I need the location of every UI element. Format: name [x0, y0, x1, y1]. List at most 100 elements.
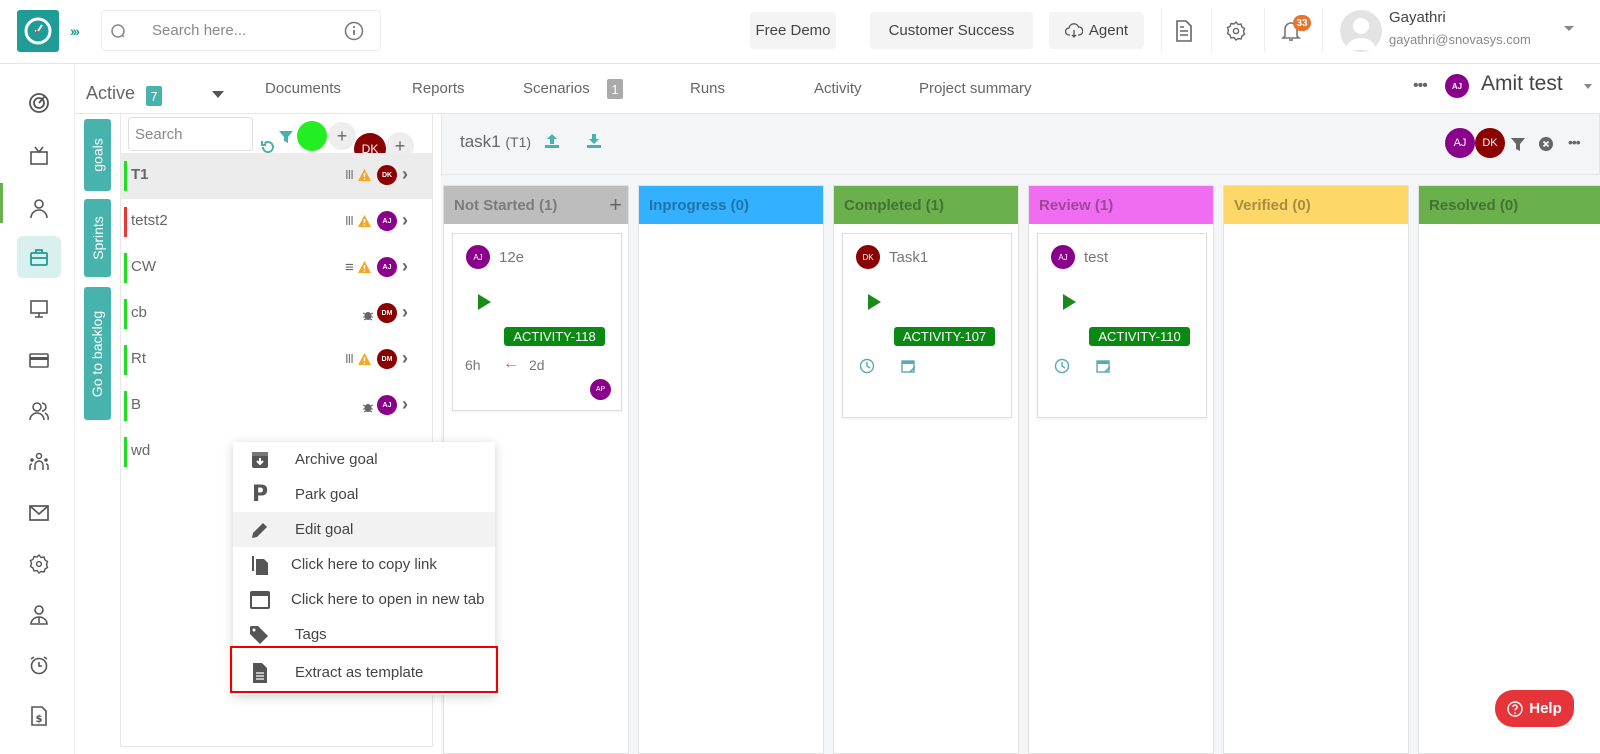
document-icon: [1176, 20, 1192, 42]
backlog-side-tab[interactable]: Go to backlog: [84, 287, 111, 420]
board-member-avatar[interactable]: DK: [1475, 128, 1505, 158]
goal-row[interactable]: tetst2 III AJ ›: [121, 199, 432, 245]
board-column: Review (1) AJ test ACTIVITY-110: [1028, 185, 1214, 754]
status-dropdown-caret-icon[interactable]: [212, 91, 224, 98]
chevron-right-icon[interactable]: ›: [402, 348, 408, 369]
expand-sidebar-button[interactable]: ›››: [62, 18, 86, 44]
filter-icon[interactable]: [1510, 136, 1526, 152]
sidebar-item-settings[interactable]: [17, 543, 61, 585]
download-icon[interactable]: [586, 133, 602, 149]
goal-status-bar: [124, 345, 127, 375]
divider: [1322, 8, 1323, 52]
goal-owner-avatar: AJ: [377, 211, 397, 231]
task-card[interactable]: AJ 12e ACTIVITY-118 6h ← 2d AP: [452, 233, 622, 411]
sidebar-item-profile[interactable]: [17, 594, 61, 636]
sidebar-item-user[interactable]: [17, 187, 61, 229]
user-avatar[interactable]: [1340, 10, 1382, 52]
tab-reports[interactable]: Reports: [412, 80, 465, 97]
tab-scenarios[interactable]: Scenarios: [523, 80, 590, 97]
app-logo[interactable]: [17, 10, 59, 52]
sidebar-item-tv[interactable]: [17, 135, 61, 177]
task-card[interactable]: AJ test ACTIVITY-110: [1037, 233, 1207, 418]
goal-search-input[interactable]: [128, 117, 253, 151]
backlog-tab-label: Go to backlog: [89, 310, 106, 397]
search-input[interactable]: [152, 22, 332, 39]
clock-icon[interactable]: [859, 358, 875, 374]
info-icon[interactable]: [344, 21, 364, 41]
sprints-tab-label: Sprints: [89, 216, 106, 260]
sidebar-item-monitor[interactable]: [17, 288, 61, 330]
add-filter-button[interactable]: +: [328, 122, 356, 150]
sidebar-item-mail[interactable]: [17, 492, 61, 534]
project-caret-icon[interactable]: [1584, 84, 1592, 89]
agent-button[interactable]: Agent: [1049, 12, 1144, 49]
chevron-right-icon[interactable]: ›: [402, 164, 408, 185]
monitor-icon: [30, 300, 48, 318]
briefcase-icon: [30, 249, 48, 266]
more-options-icon[interactable]: •••: [1413, 77, 1428, 95]
sidebar-item-timer[interactable]: [17, 644, 61, 686]
goal-name: CW: [131, 258, 156, 275]
help-button[interactable]: Help: [1495, 690, 1574, 727]
task-card[interactable]: DK Task1 ACTIVITY-107: [842, 233, 1012, 418]
task-id-tag: ACTIVITY-110: [1089, 327, 1190, 346]
play-icon[interactable]: [478, 294, 491, 310]
sidebar-item-users[interactable]: [17, 390, 61, 432]
chevron-right-icon[interactable]: ›: [402, 256, 408, 277]
menu-item-copy-link[interactable]: Click here to copy link: [233, 547, 495, 582]
play-icon[interactable]: [868, 294, 881, 310]
sprints-side-tab[interactable]: Sprints: [84, 199, 111, 277]
menu-item-park-goal[interactable]: P Park goal: [233, 477, 495, 512]
play-icon[interactable]: [1063, 294, 1076, 310]
sidebar-item-billing[interactable]: [17, 339, 61, 381]
customer-success-button[interactable]: Customer Success: [870, 12, 1033, 49]
sidebar-item-projects[interactable]: [17, 236, 61, 278]
calendar-edit-icon[interactable]: [1096, 358, 1112, 374]
tab-project-summary[interactable]: Project summary: [919, 80, 1032, 97]
clear-filter-icon[interactable]: [1539, 137, 1553, 151]
project-selector[interactable]: Amit test: [1481, 72, 1563, 96]
calendar-edit-icon[interactable]: [901, 358, 917, 374]
free-demo-button[interactable]: Free Demo: [750, 12, 836, 49]
add-task-button[interactable]: +: [609, 192, 622, 218]
bug-icon: [362, 312, 374, 321]
goal-row[interactable]: T1 III DK ›: [121, 153, 432, 199]
svg-text:$: $: [36, 714, 43, 725]
status-filter-label[interactable]: Active: [86, 83, 135, 104]
goals-side-tab[interactable]: goals: [84, 119, 111, 191]
user-menu-caret-icon[interactable]: [1564, 26, 1574, 31]
global-search[interactable]: [101, 10, 381, 51]
priority-low-icon: ≡: [345, 259, 354, 276]
goal-row[interactable]: CW ≡ AJ ›: [121, 245, 432, 291]
document-button[interactable]: [1169, 16, 1199, 46]
task-title: Task1: [889, 249, 929, 266]
chevron-right-icon[interactable]: ›: [402, 302, 408, 323]
sidebar-item-invoice[interactable]: $: [17, 695, 61, 737]
pencil-icon: [249, 519, 271, 541]
tab-documents[interactable]: Documents: [265, 80, 341, 97]
mail-icon: [29, 505, 49, 521]
divider: [1161, 8, 1162, 52]
chevron-right-icon[interactable]: ›: [402, 394, 408, 415]
goal-row[interactable]: Rt III DM ›: [121, 337, 432, 383]
chevron-right-icon[interactable]: ›: [402, 210, 408, 231]
board-member-avatar[interactable]: AJ: [1445, 128, 1475, 158]
sidebar-item-dashboard[interactable]: [17, 82, 61, 124]
goal-row[interactable]: B AJ ›: [121, 383, 432, 429]
tab-activity[interactable]: Activity: [814, 80, 862, 97]
window-icon: [249, 589, 271, 611]
status-indicator[interactable]: [297, 121, 327, 151]
menu-item-edit-goal[interactable]: Edit goal: [233, 512, 495, 547]
menu-item-archive-goal[interactable]: Archive goal: [233, 442, 495, 477]
board-more-icon[interactable]: •••: [1568, 134, 1581, 150]
scenarios-count-badge: 1: [607, 79, 623, 99]
sidebar-item-team[interactable]: [17, 441, 61, 483]
menu-item-open-new-tab[interactable]: Click here to open in new tab: [233, 582, 495, 617]
goal-row[interactable]: cb DM ›: [121, 291, 432, 337]
clock-icon[interactable]: [1054, 358, 1070, 374]
tab-runs[interactable]: Runs: [690, 80, 725, 97]
upload-icon[interactable]: [544, 133, 560, 149]
filter-icon[interactable]: [278, 129, 294, 145]
settings-button[interactable]: [1221, 16, 1251, 46]
active-indicator: [0, 183, 3, 223]
